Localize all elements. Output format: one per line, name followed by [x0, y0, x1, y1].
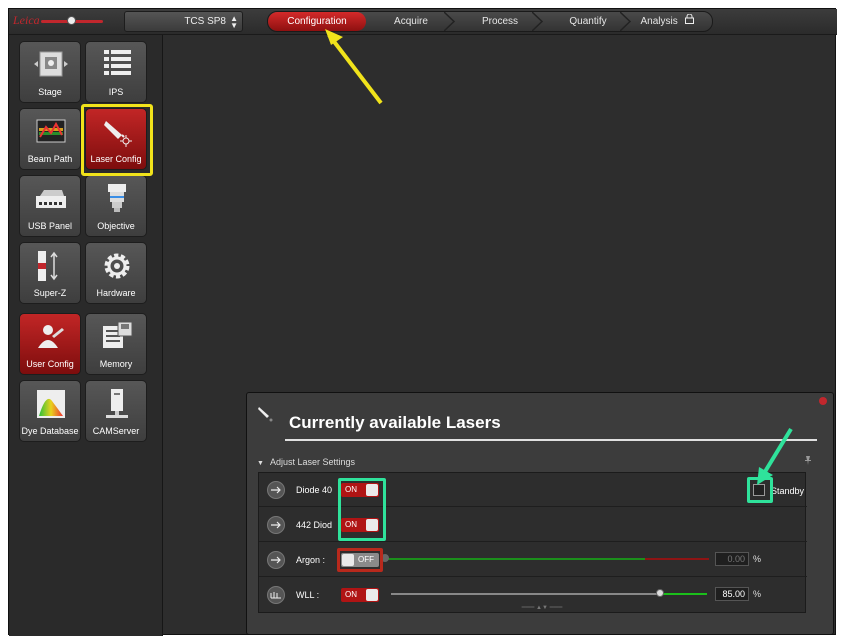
sidebar-item-label: IPS	[108, 87, 124, 97]
laser-arrow-icon	[267, 481, 285, 499]
argon-slider-track-limit	[645, 558, 709, 560]
step-separator-icon	[444, 12, 456, 31]
system-selector[interactable]: TCS SP8 ▲ ▼	[124, 11, 243, 32]
sidebar-item-ips[interactable]: IPS	[85, 41, 147, 103]
lock-icon	[684, 12, 694, 31]
ips-icon	[104, 50, 131, 75]
collapse-arrow-icon: ▼	[257, 460, 264, 467]
laser-name: Argon :	[296, 555, 326, 565]
beam-path-icon	[36, 119, 66, 143]
gear-icon	[104, 253, 130, 279]
wll-pulse-icon	[267, 586, 285, 604]
sidebar-item-label: CAMServer	[92, 426, 140, 436]
argon-power-unit: %	[753, 554, 762, 564]
laser-arrow-icon	[267, 551, 285, 569]
step-separator-icon	[620, 12, 632, 31]
laser-power-toggle[interactable]: ON	[341, 588, 379, 602]
sidebar-item-camserver[interactable]: CAMServer	[85, 380, 147, 442]
sidebar-item-label: Beam Path	[27, 154, 73, 164]
laser-name: 442 Diod	[296, 520, 333, 530]
laser-row: Argon : OFF 0.00 %	[259, 543, 807, 577]
super-z-icon	[38, 251, 58, 281]
sidebar-item-objective[interactable]: Objective	[85, 175, 147, 237]
argon-slider-track[interactable]	[385, 558, 645, 560]
toggle-knob	[342, 554, 354, 566]
argon-power-value[interactable]: 0.00	[715, 552, 749, 566]
tab-process[interactable]: Process	[456, 12, 544, 31]
leica-logo[interactable]: Leica	[11, 11, 127, 32]
sidebar-item-stage[interactable]: Stage	[19, 41, 81, 103]
laser-row: 442 Diod ON	[259, 508, 807, 542]
sidebar-item-beam-path[interactable]: Beam Path	[19, 108, 81, 170]
toggle-state: ON	[345, 590, 357, 599]
sidebar-item-label: Objective	[97, 221, 135, 231]
sidebar-item-label: Memory	[99, 359, 133, 369]
spinner-arrows-icon[interactable]: ▲ ▼	[230, 15, 238, 30]
arrow-annotation-icon	[325, 29, 383, 105]
tab-analysis-label: Analysis	[640, 16, 678, 28]
stage-icon	[34, 51, 68, 77]
memory-icon	[103, 321, 133, 348]
top-bar: Leica TCS SP8 ▲ ▼ Configuration Acquire P…	[9, 9, 837, 35]
toggle-state: ON	[345, 520, 357, 529]
sidebar: Stage IPS Beam Path Laser Config USB Pan…	[9, 35, 163, 636]
sidebar-item-usb-panel[interactable]: USB Panel	[19, 175, 81, 237]
resize-grip-icon[interactable]: ═══ ▲▼ ═══	[507, 605, 577, 611]
laser-list: Diode 40 ON Standby 442 Diod ON Argon: …	[258, 472, 807, 613]
toggle-knob	[366, 519, 378, 531]
sidebar-item-label: Dye Database	[21, 426, 79, 436]
toggle-state: OFF	[358, 555, 374, 564]
sidebar-item-label: USB Panel	[27, 221, 73, 231]
sidebar-item-label: User Config	[26, 359, 74, 369]
laser-config-icon	[104, 121, 132, 147]
panel-title: Currently available Lasers	[289, 413, 501, 432]
step-separator-icon	[532, 12, 544, 31]
dye-database-icon	[37, 390, 65, 418]
laser-arrow-icon	[267, 516, 285, 534]
laser-settings-panel: Currently available Lasers ▼ Adjust Laser…	[246, 392, 834, 635]
camserver-icon	[106, 389, 128, 418]
sidebar-item-label: Stage	[38, 87, 62, 97]
sidebar-item-dye-database[interactable]: Dye Database	[19, 380, 81, 442]
objective-icon	[108, 184, 126, 212]
laser-power-toggle[interactable]: ON	[341, 483, 379, 497]
sidebar-item-label: Super-Z	[33, 288, 67, 298]
sidebar-item-user-config[interactable]: User Config	[19, 313, 81, 375]
wll-slider-fill	[660, 593, 707, 595]
sidebar-item-hardware[interactable]: Hardware	[85, 242, 147, 304]
tab-analysis[interactable]: Analysis	[632, 12, 702, 31]
sidebar-item-super-z[interactable]: Super-Z	[19, 242, 81, 304]
laser-power-toggle[interactable]: ON	[341, 518, 379, 532]
system-selector-label: TCS SP8	[184, 16, 226, 27]
title-divider	[285, 439, 817, 441]
alert-icon[interactable]	[819, 397, 827, 405]
section-header[interactable]: ▼ Adjust Laser Settings	[257, 457, 355, 467]
sidebar-item-laser-config[interactable]: Laser Config	[85, 108, 147, 170]
sidebar-item-memory[interactable]: Memory	[85, 313, 147, 375]
sidebar-item-label: Laser Config	[90, 154, 142, 164]
toggle-knob	[366, 589, 378, 601]
toggle-knob	[366, 484, 378, 496]
arrow-annotation-icon	[757, 427, 793, 485]
tab-quantify[interactable]: Quantify	[544, 12, 632, 31]
pin-icon[interactable]	[803, 455, 813, 465]
laser-pen-icon	[258, 407, 273, 422]
logo-slider-knob[interactable]	[67, 16, 76, 25]
section-title: Adjust Laser Settings	[269, 457, 355, 467]
leica-las-x-window: Leica TCS SP8 ▲ ▼ Configuration Acquire P…	[8, 8, 837, 636]
wll-power-value[interactable]: 85.00	[715, 587, 749, 601]
laser-name: WLL :	[296, 590, 320, 600]
wll-power-unit: %	[753, 589, 762, 599]
toggle-state: ON	[345, 485, 357, 494]
laser-power-toggle[interactable]: OFF	[341, 553, 379, 567]
laser-row: Diode 40 ON Standby	[259, 473, 807, 507]
user-config-icon	[38, 325, 64, 348]
wll-slider-knob[interactable]	[656, 589, 664, 597]
brand-text: Leica	[13, 13, 40, 27]
argon-slider-knob[interactable]	[381, 554, 389, 562]
usb-panel-icon	[36, 190, 66, 208]
laser-name: Diode 40	[296, 485, 333, 495]
sidebar-item-label: Hardware	[96, 288, 136, 298]
